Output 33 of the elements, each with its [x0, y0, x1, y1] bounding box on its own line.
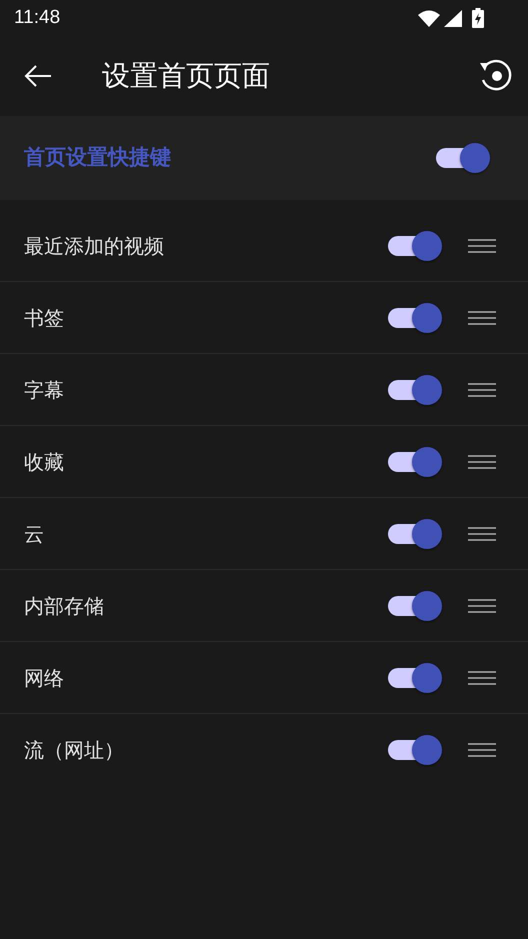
list-item-label: 字幕 — [24, 376, 65, 404]
drag-handle-icon[interactable] — [468, 598, 496, 612]
battery-icon — [472, 8, 484, 28]
list-item-label: 书签 — [24, 304, 65, 332]
toggle-switch[interactable] — [436, 143, 490, 173]
drag-handle-icon[interactable] — [468, 526, 496, 540]
drag-handle-icon[interactable] — [468, 382, 496, 396]
toggle-switch[interactable] — [388, 735, 442, 765]
signal-icon — [444, 10, 462, 26]
drag-handle-icon[interactable] — [468, 310, 496, 324]
toggle-switch[interactable] — [388, 518, 442, 548]
reset-icon[interactable] — [478, 59, 512, 93]
list-item-label: 内部存储 — [24, 592, 105, 620]
list-item-label: 网络 — [24, 664, 65, 692]
toggle-switch[interactable] — [388, 446, 442, 476]
toggle-switch[interactable] — [388, 374, 442, 404]
drag-handle-icon[interactable] — [468, 454, 496, 468]
drag-handle-icon[interactable] — [468, 670, 496, 684]
back-arrow-icon[interactable] — [24, 65, 52, 87]
drag-handle-icon[interactable] — [468, 743, 496, 757]
setting-label: 首页设置快捷键 — [24, 144, 171, 172]
list-item-label: 最近添加的视频 — [24, 232, 165, 260]
list-item-label: 流（网址） — [24, 737, 125, 764]
status-time: 11:48 — [14, 6, 60, 30]
toggle-switch[interactable] — [388, 302, 442, 332]
list-item-label: 云 — [24, 520, 45, 548]
page-title: 设置首页页面 — [102, 58, 271, 94]
drag-handle-icon[interactable] — [468, 238, 496, 252]
toggle-switch[interactable] — [388, 590, 442, 620]
toggle-switch[interactable] — [388, 230, 442, 260]
toggle-switch[interactable] — [388, 662, 442, 692]
list-item-label: 收藏 — [24, 448, 65, 476]
wifi-icon — [418, 10, 440, 26]
